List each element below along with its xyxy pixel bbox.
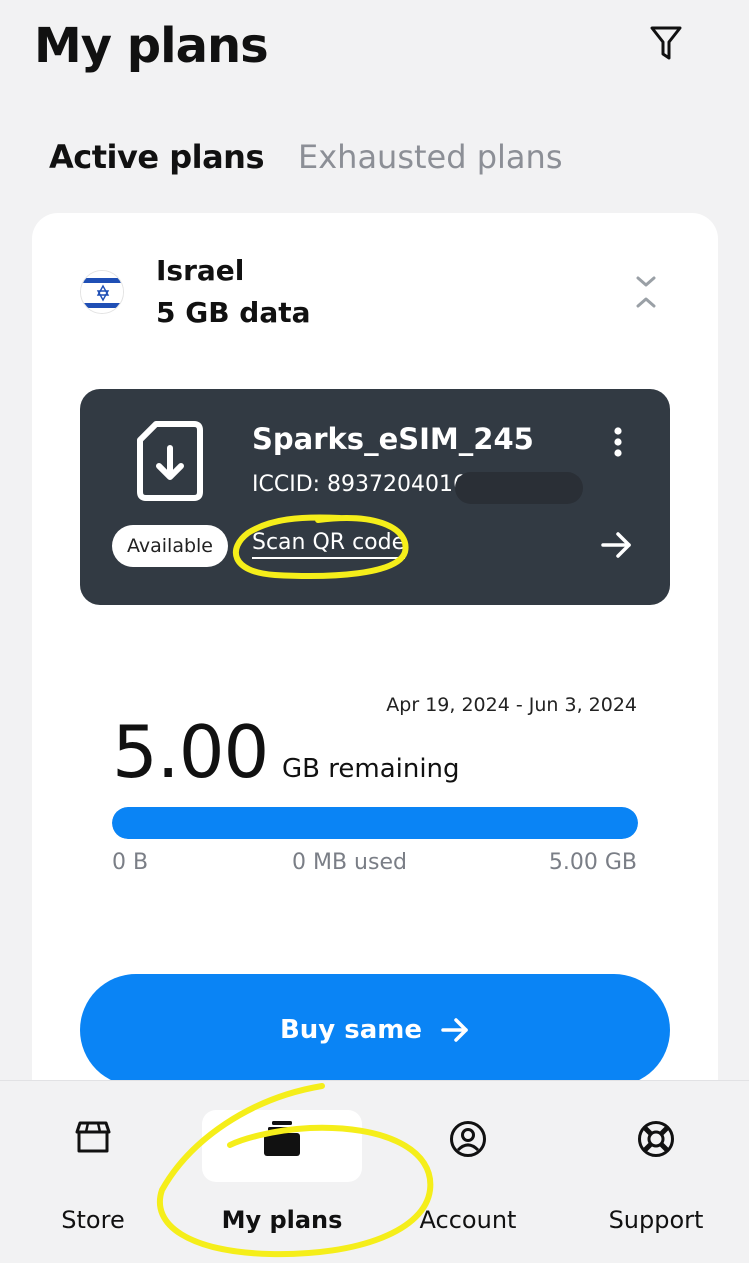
esim-details-button[interactable] <box>599 530 633 560</box>
data-usage-bar <box>112 807 638 839</box>
filter-icon <box>650 26 682 60</box>
nav-store[interactable]: Store <box>23 1120 163 1234</box>
usage-max-label: 5.00 GB <box>548 850 637 875</box>
sim-stack-icon <box>264 1121 300 1156</box>
more-vertical-icon <box>614 427 622 457</box>
usage-used-label: 0 MB used <box>292 850 407 875</box>
collapse-button[interactable] <box>630 274 662 312</box>
more-options-button[interactable] <box>604 426 632 460</box>
arrow-right-icon <box>441 1018 468 1042</box>
data-remaining-unit: GB remaining <box>282 754 460 784</box>
nav-account[interactable]: Account <box>398 1120 538 1234</box>
account-icon <box>450 1121 486 1157</box>
plan-tabs: Active plans Exhausted plans <box>49 138 562 176</box>
buy-same-label: Buy same <box>279 1015 423 1045</box>
plan-date-range: Apr 19, 2024 - Jun 3, 2024 <box>386 694 637 716</box>
store-icon <box>75 1121 111 1153</box>
esim-iccid: ICCID: 8937204016 <box>252 472 468 497</box>
arrow-right-icon <box>601 532 631 558</box>
data-remaining-value: 5.00 <box>112 710 269 794</box>
tab-active-plans[interactable]: Active plans <box>49 138 265 176</box>
scan-qr-code-link[interactable]: Scan QR code <box>252 530 406 559</box>
page-title: My plans <box>34 18 269 74</box>
sim-download-icon <box>136 420 204 502</box>
status-badge: Available <box>112 525 228 567</box>
plan-data-amount: 5 GB data <box>156 296 311 329</box>
usage-min-label: 0 B <box>112 850 149 875</box>
nav-support[interactable]: Support <box>586 1120 726 1234</box>
lifebuoy-icon <box>638 1121 674 1157</box>
filter-button[interactable] <box>646 24 686 64</box>
collapse-chevrons-icon <box>636 276 656 308</box>
plan-country: Israel <box>156 254 245 287</box>
buy-same-button[interactable]: Buy same <box>80 974 670 1086</box>
redaction-mark <box>455 472 583 504</box>
data-usage-bar-fill <box>112 807 638 839</box>
nav-my-plans[interactable]: My plans <box>212 1120 352 1234</box>
esim-name: Sparks_eSIM_245 <box>252 422 534 456</box>
israel-flag-icon <box>80 270 124 314</box>
tab-exhausted-plans[interactable]: Exhausted plans <box>298 138 562 176</box>
